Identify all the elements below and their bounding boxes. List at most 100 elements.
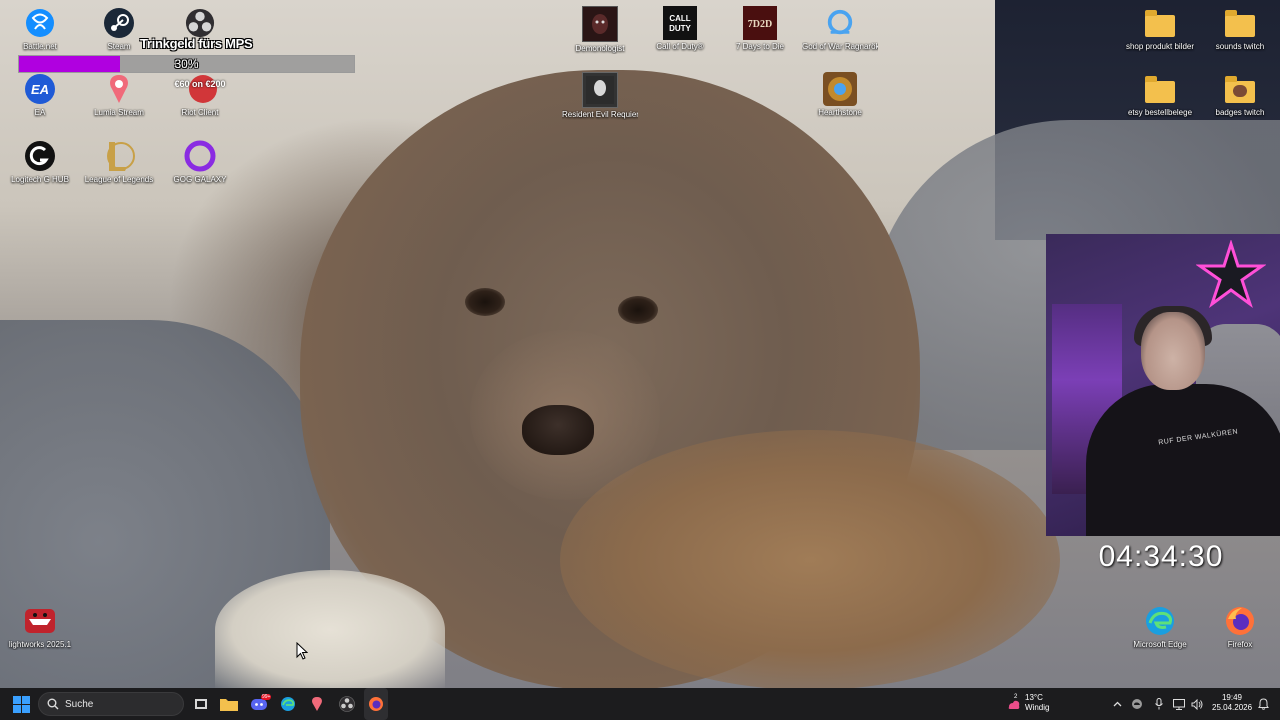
desktop-icon-7-days-to-die[interactable]: 7D2D 7 Days to Die xyxy=(722,2,798,52)
desktop-icon-label: Firefox xyxy=(1227,640,1253,649)
edge-icon xyxy=(281,697,295,711)
taskbar-discord[interactable]: 99+ xyxy=(248,688,272,720)
desktop-icon-label: Lumia Stream xyxy=(94,108,144,117)
desktop-icon-label: Microsoft Edge xyxy=(1133,640,1187,649)
desktop-icon-label: Demonologist xyxy=(575,44,625,53)
desktop-icon-label: 7 Days to Die xyxy=(735,42,785,51)
edge-icon xyxy=(1143,604,1177,638)
lumia-stream-icon xyxy=(102,72,136,106)
svg-text:DUTY: DUTY xyxy=(669,24,691,33)
desktop-icon-label: shop produkt bilder xyxy=(1125,42,1195,51)
desktop-icon-lumia-stream[interactable]: Lumia Stream xyxy=(81,68,157,118)
taskbar-obs[interactable] xyxy=(335,688,359,720)
search-icon xyxy=(47,698,59,710)
obs-icon xyxy=(339,696,355,712)
start-button[interactable] xyxy=(8,688,34,720)
desktop-icon-resident-evil[interactable]: Resident Evil Requiem xyxy=(562,68,638,120)
neon-sign-icon xyxy=(1196,240,1266,309)
desktop-icon-label: etsy bestellbelege xyxy=(1127,108,1193,117)
taskbar-lumia-stream[interactable] xyxy=(306,688,328,720)
desktop-icon-folder-shop-produkt-bilder[interactable]: shop produkt bilder xyxy=(1122,2,1198,52)
desktop-icon-label: GOG GALAXY xyxy=(173,175,227,184)
weather-badge: 2 xyxy=(1014,694,1018,700)
svg-text:EA: EA xyxy=(31,82,49,97)
weather-temperature: 13°C xyxy=(1025,693,1043,702)
discord-notification-badge: 99+ xyxy=(261,694,272,700)
demonologist-icon xyxy=(582,6,618,42)
desktop-icon-label: Call of Duty® xyxy=(656,42,704,51)
tray-app-icon[interactable] xyxy=(1130,688,1144,720)
taskbar-firefox[interactable] xyxy=(364,688,388,720)
webcam-overlay: RUF DER WALKÜREN xyxy=(1046,234,1280,536)
desktop-icon-label: Riot Client xyxy=(181,108,219,117)
desktop-icon-logitech[interactable]: Logitech G HUB xyxy=(2,135,78,185)
desktop-icon-ea[interactable]: EA EA xyxy=(2,68,78,118)
network-icon xyxy=(1173,698,1185,710)
chevron-up-icon xyxy=(1113,701,1121,707)
desktop-icon-label: lightworks 2025.1 xyxy=(8,640,72,649)
tray-microphone[interactable] xyxy=(1152,688,1166,720)
desktop-icon-lightworks[interactable]: lightworks 2025.1 xyxy=(2,600,78,650)
riot-client-offer-badge: €60 on €200 xyxy=(174,79,226,89)
desktop-icon-demonologist[interactable]: Demonologist xyxy=(562,2,638,54)
taskbar-task-view[interactable] xyxy=(190,688,212,720)
show-hidden-icons-button[interactable] xyxy=(1110,688,1124,720)
microphone-icon xyxy=(1155,698,1163,710)
ea-icon: EA xyxy=(23,72,57,106)
desktop-icon-label: God of War Ragnarök xyxy=(802,42,878,51)
svg-text:7D2D: 7D2D xyxy=(748,19,772,30)
taskbar-clock[interactable]: 19:49 25.04.2026 xyxy=(1212,693,1252,713)
wallpaper-dog-eye xyxy=(618,296,658,324)
folder-image-icon xyxy=(1223,72,1257,106)
gog-galaxy-icon xyxy=(183,139,217,173)
desktop-icon-riot-client[interactable]: €60 on €200 Riot Client xyxy=(162,68,238,118)
firefox-icon xyxy=(369,697,383,711)
notification-center-button[interactable] xyxy=(1256,688,1270,720)
desktop-icon-folder-badges-twitch[interactable]: badges twitch xyxy=(1202,68,1278,118)
7-days-to-die-icon: 7D2D xyxy=(743,6,777,40)
steam-icon xyxy=(102,6,136,40)
webcam-person xyxy=(1086,384,1280,536)
task-view-icon xyxy=(195,699,207,709)
desktop-icon-label: EA xyxy=(34,108,46,117)
taskbar-edge[interactable] xyxy=(277,688,299,720)
logitech-icon xyxy=(23,139,57,173)
desktop-icon-label: League of Legends xyxy=(84,175,154,184)
desktop-icon-folder-etsy-bestellbelege[interactable]: etsy bestellbelege xyxy=(1122,68,1198,118)
desktop-icon-label: sounds twitch xyxy=(1215,42,1265,51)
folder-icon xyxy=(1143,72,1177,106)
taskbar-weather-widget[interactable]: 13°C Windig xyxy=(1025,693,1049,713)
taskbar-time: 19:49 xyxy=(1221,693,1243,702)
lightworks-icon xyxy=(23,604,57,638)
desktop-icon-folder-sounds-twitch[interactable]: sounds twitch xyxy=(1202,2,1278,52)
call-of-duty-icon: CALL DUTY xyxy=(663,6,697,40)
desktop-icon-god-of-war[interactable]: God of War Ragnarök xyxy=(802,2,878,52)
mouse-cursor-icon xyxy=(296,642,308,660)
svg-text:CALL: CALL xyxy=(669,14,690,23)
riot-client-icon xyxy=(183,72,217,106)
desktop-icon-call-of-duty[interactable]: CALL DUTY Call of Duty® xyxy=(642,2,718,52)
desktop-icon-gog-galaxy[interactable]: GOG GALAXY xyxy=(162,135,238,185)
taskbar-search-box[interactable]: Suche xyxy=(38,692,184,716)
tray-volume[interactable] xyxy=(1190,688,1204,720)
league-of-legends-icon xyxy=(102,139,136,173)
bell-icon xyxy=(1257,698,1269,710)
desktop-icon-edge[interactable]: Microsoft Edge xyxy=(1122,600,1198,650)
desktop-icon-label: Battle.net xyxy=(23,42,57,51)
resident-evil-icon xyxy=(582,72,618,108)
weather-icon: 2 xyxy=(1006,688,1022,720)
desktop-icon-label: Resident Evil Requiem xyxy=(562,110,638,119)
folder-icon xyxy=(1143,6,1177,40)
battlenet-icon xyxy=(23,6,57,40)
desktop-icon-firefox[interactable]: Firefox xyxy=(1202,600,1278,650)
desktop-icon-league-of-legends[interactable]: League of Legends xyxy=(81,135,157,185)
windows-icon xyxy=(12,695,30,713)
desktop-icon-battlenet[interactable]: Battle.net xyxy=(2,2,78,52)
tray-network[interactable] xyxy=(1172,688,1186,720)
desktop-icon-hearthstone[interactable]: Hearthstone xyxy=(802,68,878,118)
taskbar-file-explorer[interactable] xyxy=(218,688,240,720)
taskbar-date: 25.04.2026 xyxy=(1212,703,1253,712)
obs-icon xyxy=(183,6,217,40)
search-placeholder: Suche xyxy=(65,698,94,710)
firefox-icon xyxy=(1223,604,1257,638)
